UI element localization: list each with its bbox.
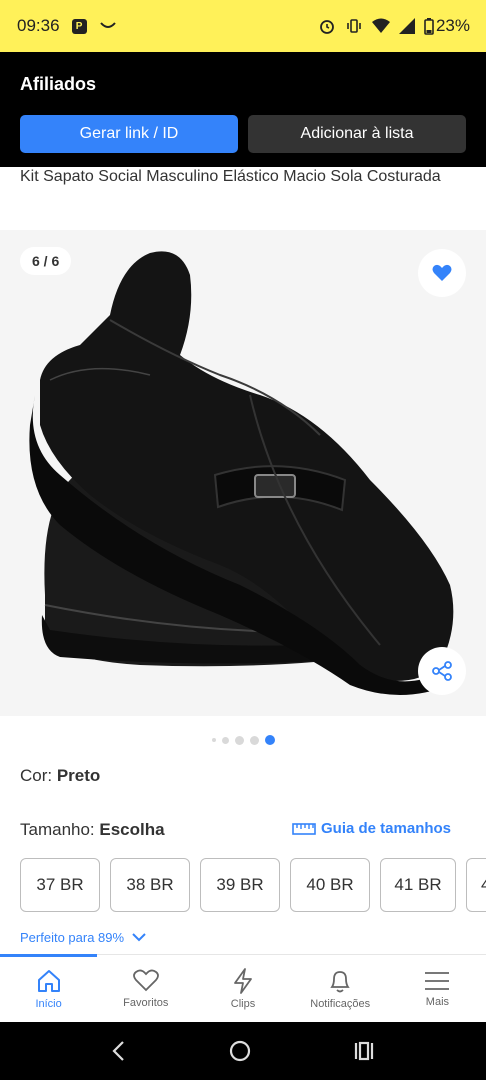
size-option[interactable]: 42 BR xyxy=(466,858,486,912)
color-value: Preto xyxy=(56,766,101,785)
carousel-dot[interactable] xyxy=(211,738,216,742)
image-counter: 6 / 6 xyxy=(20,247,72,275)
status-bar: 09:36 P 23% xyxy=(0,0,486,52)
menu-icon xyxy=(425,971,450,990)
carousel-dot[interactable] xyxy=(221,736,229,744)
status-time: 09:36 xyxy=(17,16,60,35)
alarm-icon xyxy=(320,20,334,34)
product-gallery[interactable]: 6 / 6 xyxy=(0,230,486,716)
ruler-icon xyxy=(292,822,316,835)
carousel-dot-active[interactable] xyxy=(264,735,275,745)
size-option[interactable]: 37 BR xyxy=(20,858,100,912)
size-label: Tamanho: xyxy=(20,820,100,839)
product-title: Kit Sapato Social Masculino Elástico Mac… xyxy=(20,168,441,185)
battery-level: 23% xyxy=(435,16,470,35)
carousel-dots xyxy=(0,733,486,747)
wifi-icon xyxy=(371,18,390,33)
nav-more[interactable]: Mais xyxy=(389,955,486,1022)
bottom-navigation: Início Favoritos Clips Notificações Mais xyxy=(0,954,486,1022)
nav-favorites-label: Favoritos xyxy=(123,996,169,1009)
system-navigation-bar xyxy=(0,1022,486,1080)
active-tab-indicator xyxy=(0,954,97,957)
size-option[interactable]: 38 BR xyxy=(110,858,190,912)
size-option[interactable]: 41 BR xyxy=(380,858,456,912)
smile-notification-icon xyxy=(99,22,116,28)
chevron-down-icon xyxy=(132,933,146,942)
fit-text: Perfeito para 89% xyxy=(20,930,125,945)
home-icon xyxy=(37,969,60,992)
nav-home[interactable]: Início xyxy=(0,955,97,1022)
size-guide-label: Guia de tamanhos xyxy=(321,820,452,837)
heart-icon xyxy=(132,969,159,991)
back-icon[interactable] xyxy=(111,1040,127,1062)
signal-icon xyxy=(398,18,415,34)
generate-link-button[interactable]: Gerar link / ID xyxy=(20,115,238,153)
nav-clips-label: Clips xyxy=(230,997,256,1010)
app-p-icon: P xyxy=(71,18,87,34)
battery-icon xyxy=(424,17,434,35)
share-icon xyxy=(432,661,452,681)
size-option[interactable]: 39 BR xyxy=(200,858,280,912)
carousel-dot[interactable] xyxy=(249,735,259,745)
nav-more-label: Mais xyxy=(425,995,450,1008)
fit-indicator[interactable]: Perfeito para 89% xyxy=(20,930,146,945)
favorite-button[interactable] xyxy=(418,249,466,297)
vibrate-icon xyxy=(347,19,361,33)
color-selection: Cor: Preto xyxy=(20,766,100,786)
lightning-icon xyxy=(234,967,252,994)
bell-icon xyxy=(330,970,350,992)
nav-notifications[interactable]: Notificações xyxy=(292,955,389,1022)
nav-clips[interactable]: Clips xyxy=(194,955,291,1022)
heart-filled-icon xyxy=(432,264,452,281)
product-image xyxy=(29,251,454,695)
size-option[interactable]: 40 BR xyxy=(290,858,370,912)
size-value: Escolha xyxy=(99,820,165,839)
add-to-list-button[interactable]: Adicionar à lista xyxy=(248,115,466,153)
share-button[interactable] xyxy=(418,647,466,695)
color-label: Cor: xyxy=(20,766,57,785)
affiliate-header: Afiliados Gerar link / ID Adicionar à li… xyxy=(0,52,486,167)
size-selection: Tamanho: Escolha xyxy=(20,820,165,840)
size-guide-link[interactable]: Guia de tamanhos xyxy=(292,820,451,837)
nav-home-label: Início xyxy=(35,997,62,1010)
carousel-dot[interactable] xyxy=(234,735,244,745)
home-circle-icon[interactable] xyxy=(229,1040,251,1062)
recents-icon[interactable] xyxy=(353,1041,375,1061)
size-options-scroller[interactable]: 37 BR 38 BR 39 BR 40 BR 41 BR 42 BR xyxy=(0,858,486,914)
nav-notifications-label: Notificações xyxy=(310,997,371,1010)
nav-favorites[interactable]: Favoritos xyxy=(97,955,194,1022)
affiliate-title: Afiliados xyxy=(20,74,97,94)
